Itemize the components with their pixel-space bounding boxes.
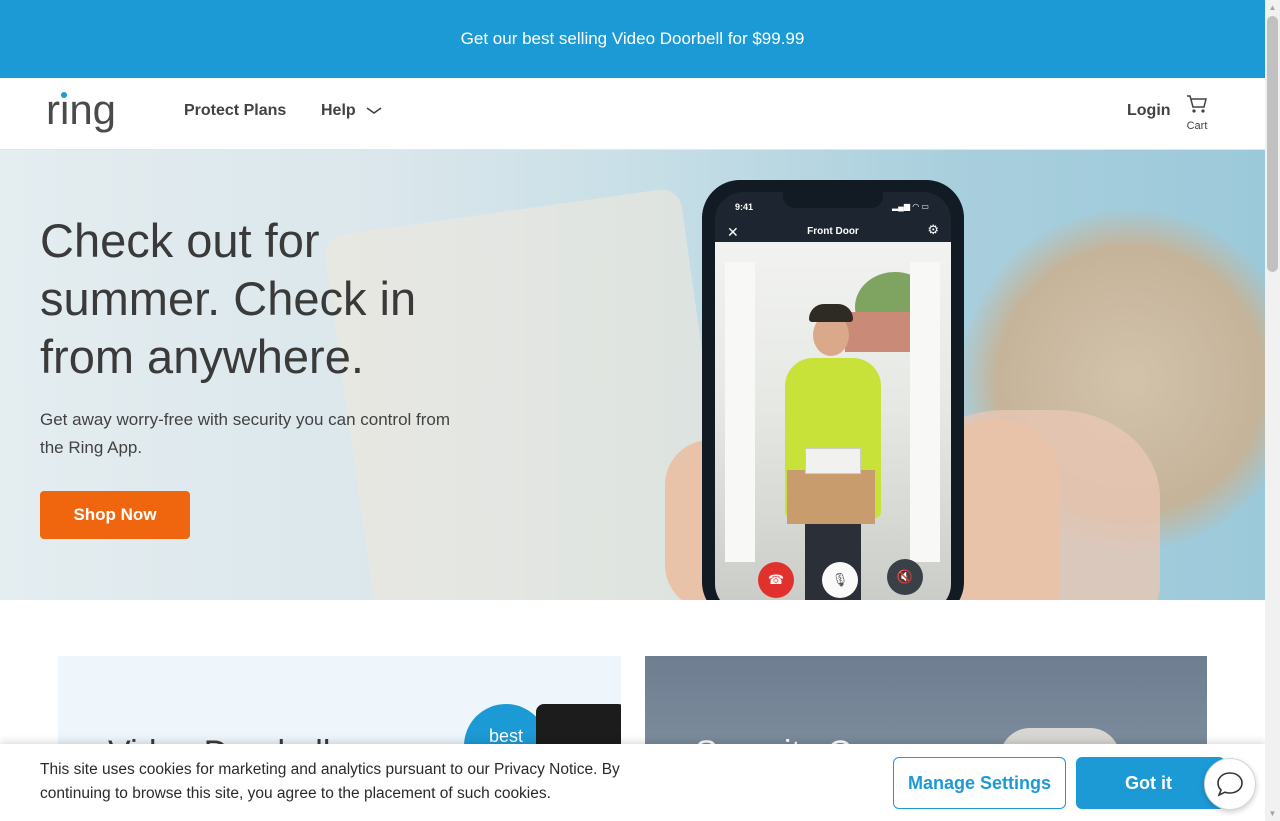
phone-screen-title: Front Door: [807, 226, 859, 237]
site-header: ring Protect Plans Help Login Cart: [0, 78, 1265, 150]
video-pillar-left: [725, 262, 755, 562]
video-pillar-right: [910, 262, 940, 562]
scrollbar-thumb[interactable]: [1267, 16, 1278, 272]
phone-status-time: 9:41: [735, 202, 754, 212]
microphone-icon: 🎙: [822, 562, 858, 598]
cookie-notice-text: This site uses cookies for marketing and…: [40, 761, 620, 802]
ring-logo[interactable]: ring: [46, 88, 126, 140]
got-it-button[interactable]: Got it: [1076, 757, 1225, 809]
hero-title: Check out for summer. Check in from anyw…: [40, 214, 417, 383]
manage-settings-button[interactable]: Manage Settings: [893, 757, 1066, 809]
speaker-mute-icon: 🔇: [887, 559, 923, 595]
nav-help-label: Help: [321, 102, 356, 119]
nav-protect-plans[interactable]: Protect Plans: [184, 102, 286, 120]
doorbell-video-feed: [715, 242, 951, 600]
chat-button[interactable]: [1204, 758, 1256, 810]
chevron-down-icon: [366, 107, 382, 114]
video-package-small: [805, 448, 861, 474]
phone-screen: 9:41 ▂▄▆ ◠ ▭ ✕ Front Door ⚙ ☎ 🎙 🔇: [715, 192, 951, 600]
shop-now-button[interactable]: Shop Now: [40, 491, 190, 539]
signal-wifi-battery-icon: ▂▄▆ ◠ ▭: [892, 202, 929, 211]
scroll-down-icon[interactable]: ▼: [1265, 806, 1280, 821]
video-person-cap: [809, 304, 853, 322]
cookie-banner: This site uses cookies for marketing and…: [0, 744, 1265, 821]
cart-label: Cart: [1186, 120, 1208, 132]
end-call-icon: ☎: [758, 562, 794, 598]
cart-button[interactable]: Cart: [1180, 94, 1214, 138]
phone-notch: [783, 192, 883, 208]
gear-icon: ⚙: [927, 222, 939, 237]
hero-banner: Check out for summer. Check in from anyw…: [0, 150, 1265, 600]
phone-image: 9:41 ▂▄▆ ◠ ▭ ✕ Front Door ⚙ ☎ 🎙 🔇: [702, 180, 964, 600]
chat-icon: [1217, 772, 1243, 797]
hero-subtitle: Get away worry-free with security you ca…: [40, 410, 451, 457]
video-package: [787, 470, 875, 524]
login-link[interactable]: Login: [1127, 102, 1171, 120]
cart-icon: [1187, 95, 1207, 113]
nav-help[interactable]: Help: [321, 102, 382, 120]
promo-text[interactable]: Get our best selling Video Doorbell for …: [461, 29, 805, 49]
scroll-up-icon[interactable]: ▲: [1265, 0, 1280, 15]
promo-banner[interactable]: Get our best selling Video Doorbell for …: [0, 0, 1265, 78]
svg-text:ring: ring: [46, 88, 116, 133]
